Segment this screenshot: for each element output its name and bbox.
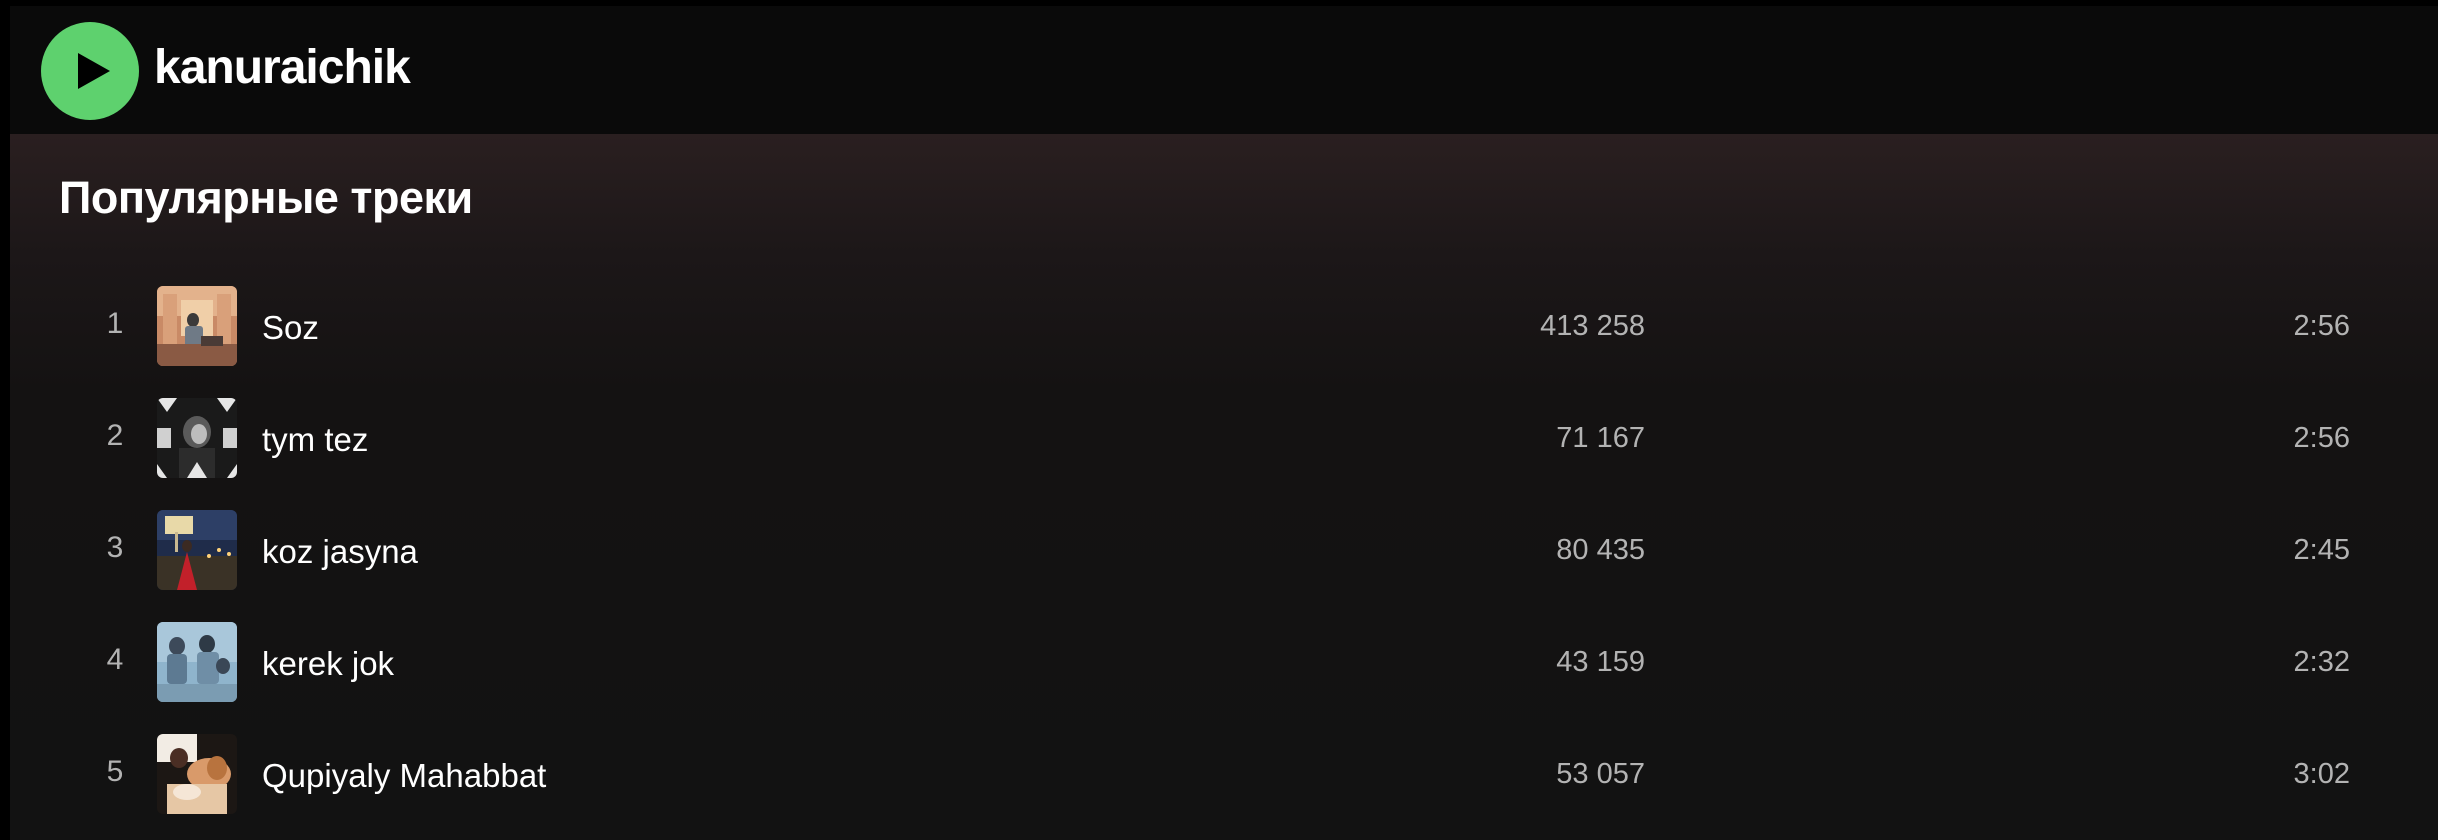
track-duration: 2:56 bbox=[2293, 310, 2350, 342]
window-frame-left bbox=[0, 0, 10, 840]
track-play-count: 71 167 bbox=[1556, 422, 1645, 454]
track-title: tym tez bbox=[262, 421, 369, 458]
track-row[interactable]: 2 tym tez 71 167 2:56 bbox=[10, 386, 2438, 498]
track-number: 3 bbox=[106, 531, 124, 564]
artist-name: kanuraichik bbox=[154, 41, 411, 94]
play-icon bbox=[78, 53, 110, 89]
track-cover-image bbox=[157, 510, 237, 590]
track-play-count: 413 258 bbox=[1540, 310, 1645, 342]
track-play-count: 43 159 bbox=[1556, 646, 1645, 678]
track-play-count: 80 435 bbox=[1556, 534, 1645, 566]
track-row[interactable]: 3 koz jasyna 80 435 2:45 bbox=[10, 498, 2438, 610]
track-cover-image bbox=[157, 622, 237, 702]
track-row[interactable]: 4 kerek jok 43 159 2:32 bbox=[10, 610, 2438, 722]
track-play-count: 53 057 bbox=[1556, 758, 1645, 790]
track-cover-image bbox=[157, 398, 237, 478]
track-title: koz jasyna bbox=[262, 533, 418, 570]
track-number: 4 bbox=[106, 643, 124, 676]
track-row[interactable]: 1 Soz 413 258 2:56 bbox=[10, 274, 2438, 386]
track-duration: 2:32 bbox=[2293, 646, 2350, 678]
track-row[interactable]: 5 Qupiyaly Mahabbat 53 057 3:02 bbox=[10, 722, 2438, 834]
track-cover-image bbox=[157, 734, 237, 814]
track-cover-image bbox=[157, 286, 237, 366]
track-list: 1 Soz 413 258 2:56 2 tym tez 71 167 2:56… bbox=[10, 274, 2438, 834]
track-number: 5 bbox=[106, 755, 124, 788]
section-title: Популярные треки bbox=[59, 172, 473, 223]
track-duration: 2:56 bbox=[2293, 422, 2350, 454]
artist-header-bar: kanuraichik bbox=[10, 6, 2438, 134]
track-duration: 2:45 bbox=[2293, 534, 2350, 566]
track-title: Soz bbox=[262, 309, 319, 346]
track-number: 1 bbox=[106, 307, 124, 340]
track-number: 2 bbox=[106, 419, 124, 452]
track-duration: 3:02 bbox=[2293, 758, 2350, 790]
track-title: Qupiyaly Mahabbat bbox=[262, 757, 547, 794]
popular-tracks-section: Популярные треки 1 Soz 413 258 2:56 2 ty… bbox=[10, 134, 2438, 840]
play-button[interactable] bbox=[41, 22, 139, 120]
artist-page: kanuraichik Популярные треки 1 Soz 413 2… bbox=[0, 0, 2438, 840]
track-title: kerek jok bbox=[262, 645, 395, 682]
